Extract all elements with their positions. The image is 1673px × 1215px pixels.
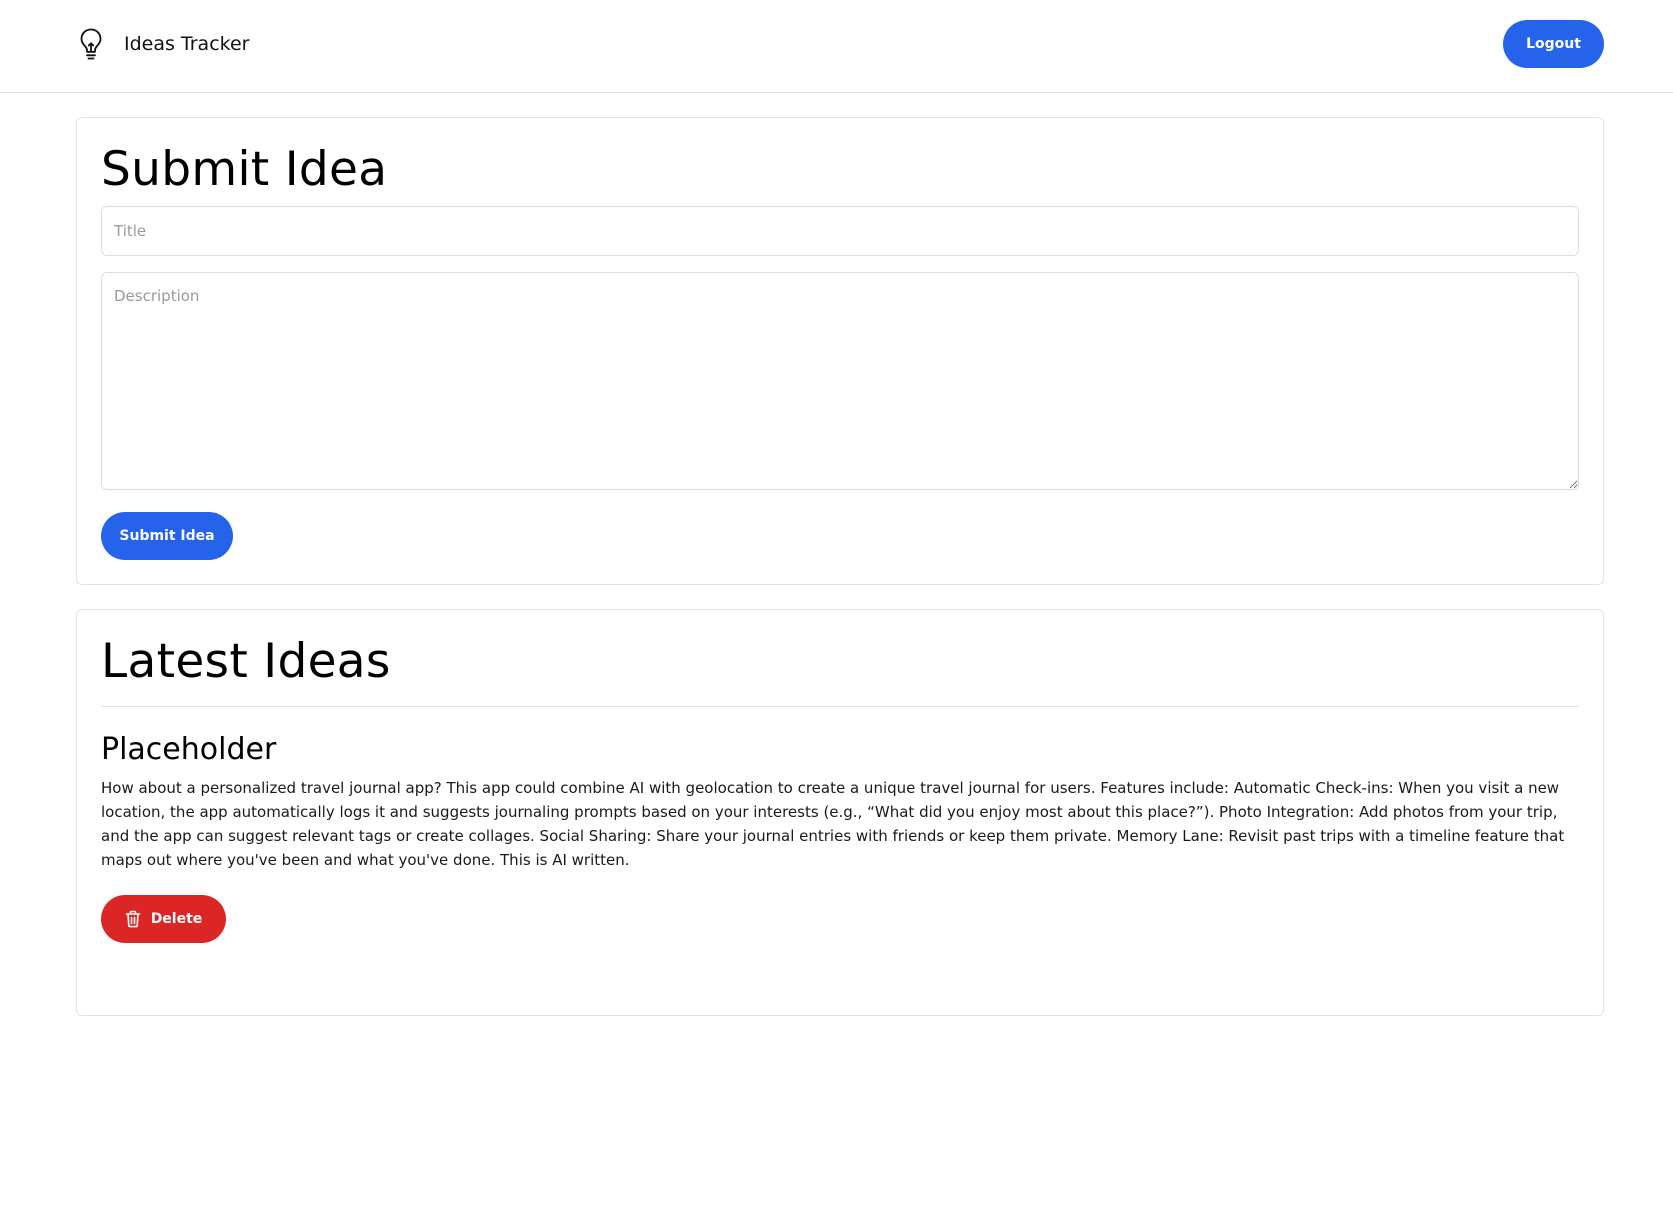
submit-idea-card: Submit Idea Submit Idea [76, 117, 1604, 585]
top-navbar: Ideas Tracker Logout [0, 0, 1673, 93]
logout-button[interactable]: Logout [1503, 20, 1604, 68]
delete-label: Delete [150, 911, 203, 927]
submit-idea-button[interactable]: Submit Idea [101, 512, 233, 560]
delete-idea-button[interactable]: Delete [101, 895, 226, 943]
app-name: Ideas Tracker [124, 33, 250, 55]
latest-ideas-heading: Latest Ideas [101, 634, 391, 689]
lightbulb-icon [78, 27, 104, 61]
submit-idea-heading: Submit Idea [101, 142, 388, 197]
latest-ideas-card: Latest Ideas Placeholder How about a per… [76, 609, 1604, 1016]
description-textarea[interactable] [101, 272, 1579, 490]
brand[interactable]: Ideas Tracker [78, 26, 249, 62]
divider [101, 706, 1579, 707]
idea-title: Placeholder [101, 732, 277, 767]
idea-description: How about a personalized travel journal … [101, 779, 1565, 869]
title-input[interactable] [101, 206, 1579, 256]
trash-icon [125, 910, 141, 928]
